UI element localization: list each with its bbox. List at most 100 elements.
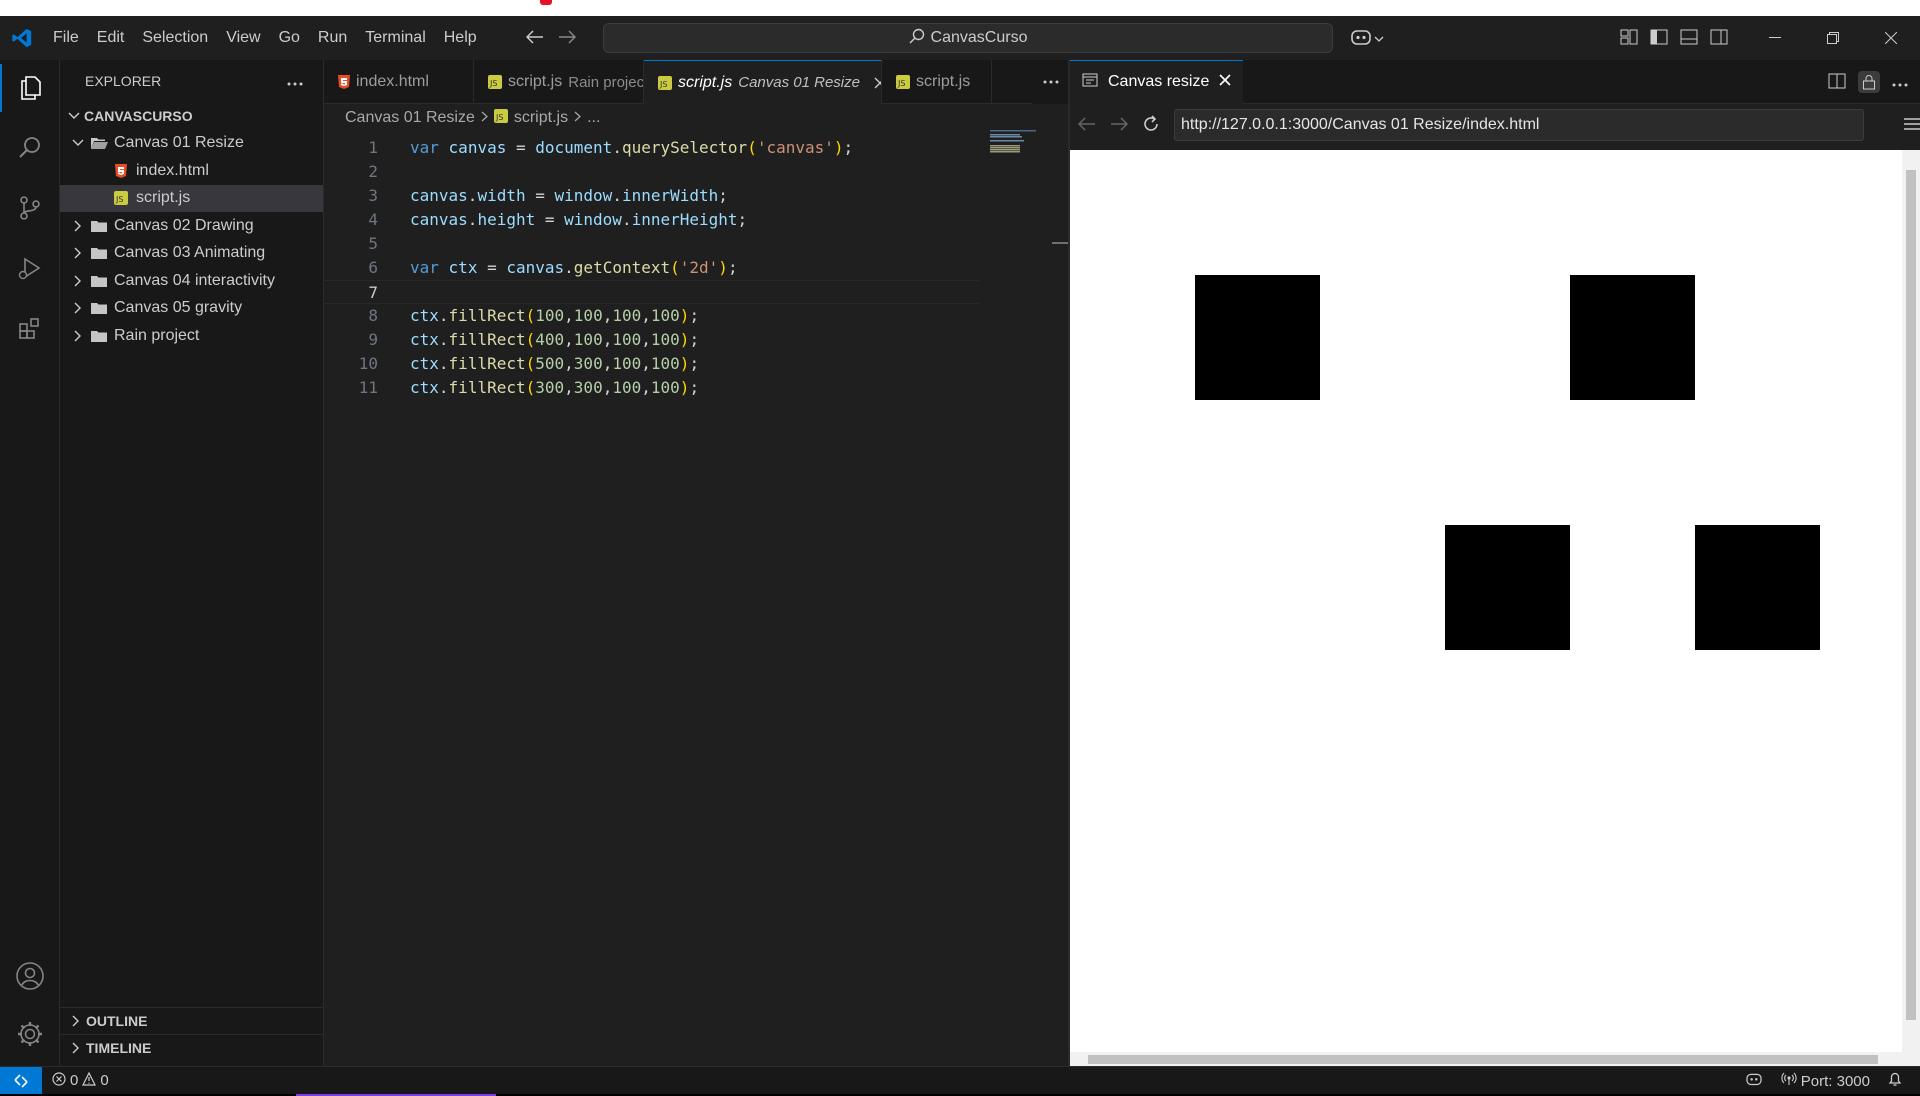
timeline-section[interactable]: TIMELINE — [60, 1034, 323, 1061]
file-index-html[interactable]: index.html — [60, 157, 323, 185]
chevron-right-icon — [66, 1042, 86, 1054]
menu-selection[interactable]: Selection — [133, 16, 217, 60]
horizontal-scroll-thumb[interactable] — [1088, 1055, 1878, 1064]
toggle-secondary-sidebar-icon[interactable] — [1710, 29, 1728, 48]
customize-layout-icon[interactable] — [1620, 29, 1638, 48]
reload-icon[interactable] — [1142, 114, 1160, 136]
folder-canvas-04-interactivity[interactable]: Canvas 04 interactivity — [60, 267, 323, 295]
code-token: ; — [737, 210, 748, 229]
html-file-icon — [338, 75, 350, 89]
more-actions-icon[interactable] — [287, 73, 303, 89]
folder-rain-project[interactable]: Rain project — [60, 322, 323, 350]
code-token: fillRect — [448, 378, 526, 397]
breadcrumb-more[interactable]: ... — [587, 109, 600, 127]
code-token: = — [477, 258, 507, 277]
code-token: 300 — [573, 378, 603, 397]
forward-arrow-icon[interactable] — [558, 29, 577, 47]
browser-more-icon[interactable] — [1892, 75, 1908, 90]
editor-tab[interactable]: index.html — [324, 60, 474, 104]
minimize-icon[interactable] — [1746, 16, 1804, 60]
line-number: 11 — [358, 378, 378, 397]
file-tree: Canvas 01 Resize index.html JS script.js Can… — [60, 130, 323, 350]
breadcrumb-file[interactable]: script.js — [514, 109, 568, 127]
source-control-icon[interactable] — [0, 184, 60, 232]
code-token: 100 — [650, 306, 680, 325]
breadcrumb-folder[interactable]: Canvas 01 Resize — [345, 109, 475, 127]
run-debug-icon[interactable] — [0, 244, 60, 292]
outline-section[interactable]: OUTLINE — [60, 1007, 323, 1034]
manage-gear-icon[interactable] — [0, 1010, 60, 1058]
search-view-icon[interactable] — [0, 124, 60, 172]
folder-canvas-01-resize[interactable]: Canvas 01 Resize — [60, 130, 323, 158]
tab-filename: script.js — [678, 73, 733, 91]
code-token: . — [612, 186, 622, 205]
explorer-icon[interactable] — [0, 64, 60, 112]
editor-tab[interactable]: JS script.js Rain project — [474, 60, 644, 104]
tree-item-label: Rain project — [114, 326, 200, 344]
preview-icon — [1082, 73, 1098, 92]
browser-tabs: Canvas resize — [1070, 59, 1920, 104]
menu-go[interactable]: Go — [270, 16, 309, 60]
canvas-rect-3 — [1695, 525, 1820, 650]
browser-forward-icon[interactable] — [1110, 116, 1129, 134]
split-editor-icon[interactable] — [1828, 73, 1846, 92]
code-token: 300 — [573, 354, 603, 373]
editor-group: index.html JS script.js Rain project JS scrip… — [324, 60, 1070, 1066]
svg-text:JS: JS — [115, 195, 123, 204]
editor-tab[interactable]: JS script.js Canvas 01 Resize — [644, 60, 882, 104]
notifications-bell-icon[interactable] — [1888, 1071, 1902, 1091]
folder-canvas-02-drawing[interactable]: Canvas 02 Drawing — [60, 212, 323, 240]
restore-icon[interactable] — [1804, 16, 1862, 60]
file-script-js[interactable]: JS script.js — [60, 184, 323, 212]
menu-help[interactable]: Help — [435, 16, 486, 60]
toggle-primary-sidebar-icon[interactable] — [1650, 29, 1668, 48]
extensions-icon[interactable] — [0, 304, 60, 352]
code-token: canvas — [506, 258, 565, 277]
hamburger-menu-icon[interactable] — [1904, 117, 1920, 133]
vertical-scroll-thumb[interactable] — [1906, 170, 1916, 1020]
menu-terminal[interactable]: Terminal — [356, 16, 434, 60]
code-token: ; — [689, 378, 700, 397]
remote-indicator-icon[interactable] — [0, 1066, 42, 1095]
live-server-port[interactable]: Port: 3000 — [1781, 1072, 1870, 1090]
tabs-more-icon[interactable] — [1032, 60, 1070, 104]
toggle-panel-icon[interactable] — [1680, 29, 1698, 48]
menu-view[interactable]: View — [217, 16, 269, 60]
canvas-rect-4 — [1445, 525, 1570, 650]
close-tab-icon[interactable] — [874, 77, 881, 89]
code-token: ctx — [410, 378, 439, 397]
menu-edit[interactable]: Edit — [88, 16, 134, 60]
copilot-button[interactable] — [1350, 24, 1384, 52]
editor-tab[interactable]: JS script.js — [882, 60, 992, 104]
workspace-root[interactable]: CANVASCURSO — [60, 102, 323, 130]
folder-canvas-03-animating[interactable]: Canvas 03 Animating — [60, 240, 323, 268]
browser-tab[interactable]: Canvas resize — [1070, 59, 1244, 104]
back-arrow-icon[interactable] — [525, 29, 544, 47]
vertical-scrollbar[interactable] — [1902, 150, 1920, 1067]
warning-count: 0 — [100, 1072, 109, 1089]
menu-file[interactable]: File — [44, 16, 88, 60]
accounts-icon[interactable] — [0, 952, 60, 1000]
canvas-viewport[interactable] — [1070, 150, 1902, 1057]
editor-tabs: index.html JS script.js Rain project JS scrip… — [324, 60, 1070, 104]
code-token: . — [467, 210, 478, 229]
svg-text:JS: JS — [495, 113, 503, 122]
menu-run[interactable]: Run — [309, 16, 356, 60]
close-tab-icon[interactable] — [1219, 73, 1231, 91]
code-text: ctx.fillRect(500,300,100,100); — [410, 352, 699, 376]
code-token: fillRect — [448, 354, 526, 373]
folder-canvas-05-gravity[interactable]: Canvas 05 gravity — [60, 295, 323, 323]
lock-icon[interactable] — [1858, 71, 1880, 93]
recording-indicator — [540, 0, 552, 5]
minimap[interactable] — [990, 130, 1038, 156]
command-center-search[interactable]: CanvasCurso — [603, 23, 1333, 53]
url-input[interactable]: http://127.0.0.1:3000/Canvas 01 Resize/i… — [1174, 109, 1864, 141]
copilot-status-icon[interactable] — [1745, 1072, 1763, 1090]
code-token: var — [410, 258, 439, 277]
close-window-icon[interactable] — [1862, 16, 1920, 60]
chevron-right-icon — [68, 302, 88, 314]
js-file-icon: JS — [658, 75, 672, 90]
browser-back-icon[interactable] — [1077, 116, 1096, 134]
horizontal-scrollbar[interactable] — [1070, 1052, 1902, 1067]
problems-indicator[interactable]: 0 0 — [52, 1071, 109, 1090]
